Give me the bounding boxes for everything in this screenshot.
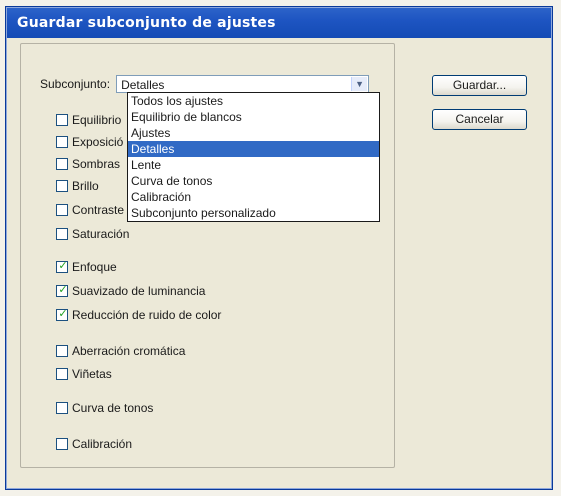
save-button[interactable]: Guardar... bbox=[432, 75, 527, 96]
checkbox-row[interactable]: ✓ Suavizado de luminancia bbox=[56, 283, 205, 299]
cancel-button[interactable]: Cancelar bbox=[432, 109, 527, 130]
checkbox[interactable] bbox=[56, 438, 68, 450]
checkbox-row[interactable]: Exposició bbox=[56, 134, 123, 150]
dropdown-option[interactable]: Todos los ajustes bbox=[128, 93, 379, 109]
subset-dropdown-list: Todos los ajustes Equilibrio de blancos Aj… bbox=[127, 92, 380, 222]
subset-select-value: Detalles bbox=[121, 78, 165, 92]
checkbox-label: Calibración bbox=[72, 437, 133, 451]
checkbox-row[interactable]: ✓ Reducción de ruido de color bbox=[56, 307, 221, 323]
dropdown-option[interactable]: Subconjunto personalizado bbox=[128, 205, 379, 221]
checkbox-row[interactable]: Contraste bbox=[56, 202, 124, 218]
dropdown-option[interactable]: Calibración bbox=[128, 189, 379, 205]
checkbox[interactable] bbox=[56, 180, 68, 192]
checkbox-row[interactable]: Equilibrio bbox=[56, 112, 121, 128]
checkbox-row[interactable]: Viñetas bbox=[56, 366, 112, 382]
checkbox[interactable] bbox=[56, 114, 68, 126]
checkbox-row[interactable]: Brillo bbox=[56, 178, 99, 194]
checkbox-label: Sombras bbox=[72, 157, 121, 171]
checkbox[interactable] bbox=[56, 228, 68, 240]
dropdown-option[interactable]: Ajustes bbox=[128, 125, 379, 141]
checkbox[interactable]: ✓ bbox=[56, 259, 68, 273]
checkbox[interactable] bbox=[56, 158, 68, 170]
checkbox-label: Exposició bbox=[72, 135, 124, 149]
checkbox-label: Aberración cromática bbox=[72, 344, 186, 358]
checkbox[interactable] bbox=[56, 204, 68, 216]
checkbox-label: Curva de tonos bbox=[72, 401, 154, 415]
dropdown-option[interactable]: Equilibrio de blancos bbox=[128, 109, 379, 125]
subset-row: Subconjunto: Detalles ▼ bbox=[36, 75, 374, 93]
dropdown-option[interactable]: Lente bbox=[128, 157, 379, 173]
checkbox-row[interactable]: Sombras bbox=[56, 156, 120, 172]
checkbox-row[interactable]: ✓ Enfoque bbox=[56, 259, 117, 275]
checkbox-label: Enfoque bbox=[72, 260, 117, 274]
checkbox-label: Reducción de ruido de color bbox=[72, 308, 222, 322]
checkbox-label: Contraste bbox=[72, 203, 125, 217]
checkbox-label: Viñetas bbox=[72, 367, 112, 381]
checkbox-row[interactable]: Saturación bbox=[56, 226, 129, 242]
checkbox[interactable] bbox=[56, 345, 68, 357]
subset-label: Subconjunto: bbox=[40, 77, 111, 91]
chevron-down-icon[interactable]: ▼ bbox=[351, 77, 368, 91]
checkmark-icon: ✓ bbox=[58, 259, 68, 272]
checkbox-label: Equilibrio bbox=[72, 113, 122, 127]
checkbox-label: Brillo bbox=[72, 179, 99, 193]
dropdown-option[interactable]: Curva de tonos bbox=[128, 173, 379, 189]
checkbox[interactable]: ✓ bbox=[56, 307, 68, 321]
checkbox-label: Saturación bbox=[72, 227, 130, 241]
checkbox[interactable] bbox=[56, 136, 68, 148]
checkbox[interactable]: ✓ bbox=[56, 283, 68, 297]
dialog-title: Guardar subconjunto de ajustes bbox=[17, 15, 276, 31]
checkmark-icon: ✓ bbox=[58, 307, 68, 320]
checkbox-row[interactable]: Aberración cromática bbox=[56, 343, 185, 359]
dropdown-option[interactable]: Detalles bbox=[128, 141, 379, 157]
checkbox-row[interactable]: Calibración bbox=[56, 436, 132, 452]
checkbox[interactable] bbox=[56, 402, 68, 414]
checkbox-label: Suavizado de luminancia bbox=[72, 284, 206, 298]
checkmark-icon: ✓ bbox=[58, 283, 68, 296]
checkbox-row[interactable]: Curva de tonos bbox=[56, 400, 153, 416]
checkbox[interactable] bbox=[56, 368, 68, 380]
title-bar[interactable]: Guardar subconjunto de ajustes bbox=[7, 8, 551, 38]
subset-select[interactable]: Detalles ▼ bbox=[116, 75, 370, 93]
